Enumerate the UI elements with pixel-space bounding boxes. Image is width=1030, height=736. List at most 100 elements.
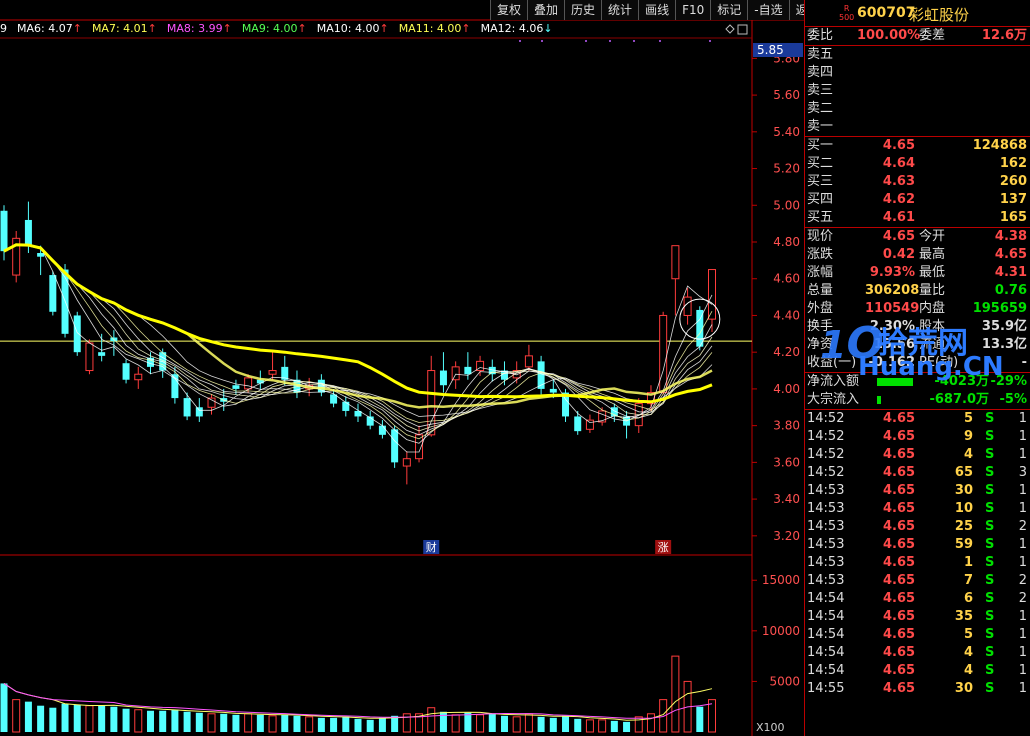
volume-bar <box>134 709 143 733</box>
volume-bar <box>317 717 325 732</box>
tick-row[interactable]: 14:52 4.65 4 S 1 <box>805 446 1030 464</box>
tick-time: 14:53 <box>807 537 845 552</box>
toolbar-button-1[interactable]: 叠加 <box>527 0 565 20</box>
tick-row[interactable]: 14:55 4.65 30 S 1 <box>805 680 1030 698</box>
toolbar-button-7[interactable]: -自选 <box>747 0 789 20</box>
flow-label: 大宗流入 <box>807 392 860 407</box>
tick-row[interactable]: 14:54 4.65 4 S 1 <box>805 662 1030 680</box>
bid-row[interactable]: 买三 4.63 260 <box>805 173 1030 191</box>
toolbar-button-3[interactable]: 统计 <box>601 0 639 20</box>
last-price-marker-label: 5.85 <box>757 43 784 57</box>
candle-body <box>524 355 533 368</box>
kline-chart-area[interactable]: 5.80 5.60 5.40 5.20 5.00 4.80 4.60 4.40 4.20 4.00… <box>0 0 804 736</box>
volume-bar <box>159 710 167 732</box>
window-icon <box>737 24 748 35</box>
candle-body <box>427 370 436 436</box>
bid-volume: 137 <box>999 192 1027 207</box>
candle-body <box>195 407 203 417</box>
tick-row[interactable]: 14:53 4.65 59 S 1 <box>805 536 1030 554</box>
stat-label: 外盘 <box>807 301 834 316</box>
tick-row[interactable]: 14:53 4.65 7 S 2 <box>805 572 1030 590</box>
tick-count: 1 <box>1018 627 1027 642</box>
signal-dot <box>585 40 587 42</box>
candle-body <box>268 370 277 375</box>
stat-value: 35.9亿 <box>981 319 1027 334</box>
tick-row[interactable]: 14:54 4.65 35 S 1 <box>805 608 1030 626</box>
stat-row[interactable]: 外盘 110549 内盘 195659 <box>805 300 1030 318</box>
tick-row[interactable]: 14:53 4.65 10 S 1 <box>805 500 1030 518</box>
volume-bar <box>195 712 203 732</box>
candle-body <box>378 425 386 435</box>
tick-row[interactable]: 14:54 4.65 6 S 2 <box>805 590 1030 608</box>
tick-time: 14:52 <box>807 411 845 426</box>
flow-row[interactable]: 大宗流入 -687.0万 -5% <box>805 391 1030 409</box>
bid-row[interactable]: 买五 4.61 165 <box>805 209 1030 227</box>
bid-row[interactable]: 买一 4.65 124868 <box>805 137 1030 155</box>
kline-svg[interactable]: 5.805.605.405.205.004.804.604.404.204.00… <box>0 0 804 736</box>
volume-bar <box>24 701 32 732</box>
tick-price: 4.65 <box>883 537 916 552</box>
volume-bar <box>244 713 253 733</box>
toolbar-button-6[interactable]: 标记 <box>710 0 748 20</box>
bid-row[interactable]: 买四 4.62 137 <box>805 191 1030 209</box>
tick-volume: 5 <box>963 411 973 426</box>
tick-price: 4.65 <box>883 663 916 678</box>
toolbar-button-5[interactable]: F10 <box>675 0 711 20</box>
candle-body <box>85 342 94 372</box>
bid-label: 买三 <box>807 174 834 189</box>
tick-row[interactable]: 14:53 4.65 25 S 2 <box>805 518 1030 536</box>
tick-list[interactable]: 14:52 4.65 5 S 1 14:52 4.65 9 S 1 14:52 4.65 4 S 1 14:5… <box>805 410 1030 698</box>
tick-row[interactable]: 14:54 4.65 4 S 1 <box>805 644 1030 662</box>
tick-price: 4.65 <box>883 591 916 606</box>
tick-volume: 5 <box>963 627 973 642</box>
toolbar-button-0[interactable]: 复权 <box>490 0 528 20</box>
tick-price: 4.65 <box>883 681 916 696</box>
index-tag: R 500 <box>839 4 855 22</box>
toolbar-button-4[interactable]: 画线 <box>638 0 676 20</box>
tick-count: 1 <box>1018 663 1027 678</box>
ask-row[interactable]: 卖四 <box>805 64 1030 82</box>
volume-bar <box>354 718 362 732</box>
tick-row[interactable]: 14:53 4.65 1 S 1 <box>805 554 1030 572</box>
bid-row[interactable]: 买二 4.64 162 <box>805 155 1030 173</box>
ma-legend-item: MA11: 4.00↑ <box>398 22 471 35</box>
ma-legend-item: MA9: 4.00↑ <box>241 22 307 35</box>
y-tick-label: 5.20 <box>773 162 800 176</box>
tick-time: 14:55 <box>807 681 845 696</box>
stat-row[interactable]: 现价 4.65 今开 4.38 <box>805 228 1030 246</box>
volume-bar <box>342 716 350 732</box>
volume-bar <box>427 707 436 733</box>
tick-row[interactable]: 14:52 4.65 5 S 1 <box>805 410 1030 428</box>
stat-value: 0.42 <box>882 247 915 262</box>
ask-row[interactable]: 卖三 <box>805 82 1030 100</box>
stat-row[interactable]: 涨跌 0.42 最高 4.65 <box>805 246 1030 264</box>
tick-volume: 4 <box>963 645 973 660</box>
volume-bar <box>110 706 118 732</box>
ma-legend-item: MA8: 3.99↑ <box>166 22 232 35</box>
toolbar-button-2[interactable]: 历史 <box>564 0 602 20</box>
volume-bar <box>646 713 655 733</box>
tick-volume: 65 <box>954 465 973 480</box>
tick-row[interactable]: 14:52 4.65 65 S 3 <box>805 464 1030 482</box>
weibi-value: 100.00% <box>857 28 921 43</box>
tick-price: 4.65 <box>883 627 916 642</box>
stat-row[interactable]: 总量 306208 量比 0.76 <box>805 282 1030 300</box>
ask-label: 卖五 <box>807 47 834 62</box>
stat-row[interactable]: 涨幅 9.93% 最低 4.31 <box>805 264 1030 282</box>
tick-price: 4.65 <box>883 483 916 498</box>
tick-count: 3 <box>1018 465 1027 480</box>
volume-ma-line <box>3 682 713 719</box>
candle-body <box>232 385 240 389</box>
ask-row[interactable]: 卖五 <box>805 46 1030 64</box>
vol-tick-label: 10000 <box>762 624 800 638</box>
candle-body <box>342 401 350 411</box>
tick-row[interactable]: 14:53 4.65 30 S 1 <box>805 482 1030 500</box>
volume-bar <box>488 713 496 732</box>
volume-bar <box>476 714 485 733</box>
ask-row[interactable]: 卖二 <box>805 100 1030 118</box>
y-tick-label: 5.00 <box>773 198 800 212</box>
tick-row[interactable]: 14:54 4.65 5 S 1 <box>805 626 1030 644</box>
ask-row[interactable]: 卖一 <box>805 118 1030 136</box>
tick-row[interactable]: 14:52 4.65 9 S 1 <box>805 428 1030 446</box>
stat-label: 内盘 <box>919 301 946 316</box>
